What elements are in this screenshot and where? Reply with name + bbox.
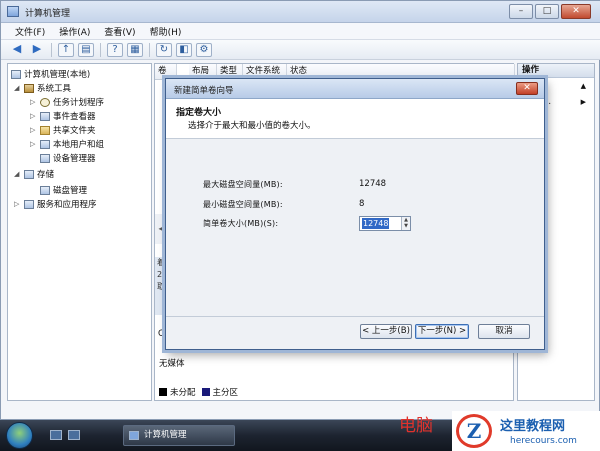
site-url: herecours.com (510, 436, 577, 446)
menu-help[interactable]: 帮助(H) (150, 25, 182, 38)
menu-view[interactable]: 查看(V) (104, 25, 135, 38)
disk-icon[interactable]: ◧ (176, 42, 192, 57)
menu-file[interactable]: 文件(F) (15, 25, 45, 38)
maximize-button[interactable]: □ (535, 4, 559, 19)
taskbar-item-computer-management[interactable]: 计算机管理 (123, 425, 235, 446)
close-button[interactable]: ✕ (561, 4, 591, 19)
tree-item-event-viewer[interactable]: ▷ 事件查看器 (30, 110, 96, 122)
title-bar[interactable]: 计算机管理 – □ ✕ (1, 1, 600, 23)
watermark-text: 电脑 (399, 416, 433, 436)
cdrom-label: C (158, 329, 164, 339)
cancel-button[interactable]: 取消 (478, 324, 530, 339)
tree-item-shared-folders[interactable]: ▷ 共享文件夹 (30, 124, 96, 136)
volume-size-stepper[interactable]: 12748 ▲ ▼ (359, 216, 411, 231)
toolbar-separator (51, 42, 52, 57)
up-folder-icon[interactable]: ↑ (58, 42, 74, 57)
volume-size-label: 简单卷大小(MB)(S): (203, 219, 279, 228)
legend-label: 未分配 (170, 388, 196, 398)
switch-windows-icon[interactable] (68, 430, 80, 440)
users-icon (40, 139, 50, 149)
site-logo-icon: Z (456, 414, 492, 448)
collapse-icon[interactable]: ◢ (14, 84, 21, 92)
expand-icon[interactable]: ▷ (30, 126, 37, 134)
dialog-subheading: 选择介于最大和最小值的卷大小。 (188, 121, 316, 131)
services-icon (24, 199, 34, 209)
tree-item-device-manager[interactable]: 设备管理器 (40, 152, 96, 164)
tree-item-task-scheduler[interactable]: ▷ 任务计划程序 (30, 96, 104, 108)
max-size-label: 最大磁盘空间量(MB): (203, 180, 283, 189)
tools-icon (24, 83, 34, 93)
dialog-title-bar[interactable]: 新建简单卷向导 ✕ (166, 79, 544, 99)
caption-buttons: – □ ✕ (509, 4, 591, 19)
back-arrow-icon[interactable]: ◀ (9, 42, 25, 57)
window-title: 计算机管理 (25, 9, 71, 19)
legend-swatch-primary (201, 388, 210, 396)
collapse-up-icon[interactable]: ▲ (581, 78, 586, 94)
spin-down-icon[interactable]: ▼ (402, 223, 410, 229)
tree-item-services[interactable]: ▷ 服务和应用程序 (14, 198, 97, 210)
clock-icon (40, 97, 50, 107)
legend-swatch-unallocated (159, 388, 167, 396)
no-media-text: 无媒体 (159, 359, 185, 369)
dialog-separator (166, 316, 544, 317)
toolbar: ◀ ▶ ↑ ▤ ? ▦ ↻ ◧ ⚙ (1, 40, 600, 60)
submenu-arrow-icon[interactable]: ▶ (581, 94, 586, 110)
legend: 未分配 主分区 (159, 386, 238, 398)
event-viewer-icon (40, 111, 50, 121)
collapse-icon[interactable]: ◢ (14, 170, 21, 178)
shared-folder-icon (40, 125, 50, 135)
site-name: 这里教程网 (500, 419, 566, 434)
expand-icon[interactable]: ▷ (14, 200, 21, 208)
dialog-header: 指定卷大小 选择介于最大和最小值的卷大小。 (166, 99, 544, 139)
tree-item-storage[interactable]: ◢ 存储 (14, 168, 54, 180)
actions-header: 操作 (518, 64, 594, 78)
tree-item-root[interactable]: 计算机管理(本地) (11, 68, 90, 80)
computer-management-icon (7, 6, 19, 17)
dialog-title: 新建简单卷向导 (174, 86, 234, 96)
tree-item-local-users[interactable]: ▷ 本地用户和组 (30, 138, 104, 150)
new-simple-volume-wizard: 新建简单卷向导 ✕ 指定卷大小 选择介于最大和最小值的卷大小。 最大磁盘空间量(… (165, 78, 545, 350)
expand-icon[interactable]: ▷ (30, 140, 37, 148)
settings-icon[interactable]: ⚙ (196, 42, 212, 57)
properties-icon[interactable]: ▦ (127, 42, 143, 57)
start-button-icon[interactable] (6, 422, 33, 449)
refresh-icon[interactable]: ↻ (156, 42, 172, 57)
max-size-value: 12748 (359, 179, 387, 189)
computer-management-icon (129, 431, 139, 440)
computer-icon (11, 69, 21, 79)
back-button[interactable]: < 上一步(B) (360, 324, 412, 339)
legend-label: 主分区 (212, 388, 239, 398)
forward-arrow-icon[interactable]: ▶ (29, 42, 45, 57)
menu-bar: 文件(F) 操作(A) 查看(V) 帮助(H) (1, 23, 600, 40)
spin-arrows[interactable]: ▲ ▼ (401, 217, 410, 230)
storage-icon (24, 169, 34, 179)
navigation-tree: 计算机管理(本地) ◢ 系统工具 ▷ 任务计划程序 ▷ 事件查看器 ▷ 共享文件… (7, 63, 152, 401)
show-desktop-icon[interactable] (50, 430, 62, 440)
watermark-badge: Z 这里教程网 herecours.com (452, 411, 600, 451)
tree-item-system-tools[interactable]: ◢ 系统工具 (14, 82, 71, 94)
toolbar-separator (100, 42, 101, 57)
dialog-heading: 指定卷大小 (176, 108, 222, 118)
expand-icon[interactable]: ▷ (30, 112, 37, 120)
minimize-button[interactable]: – (509, 4, 533, 19)
show-tree-icon[interactable]: ▤ (78, 42, 94, 57)
volume-size-value[interactable]: 12748 (362, 218, 390, 229)
expand-icon[interactable]: ▷ (30, 98, 37, 106)
dialog-close-button[interactable]: ✕ (516, 82, 538, 95)
help-icon[interactable]: ? (107, 42, 123, 57)
tree-item-disk-management[interactable]: 磁盘管理 (40, 184, 87, 196)
toolbar-separator (149, 42, 150, 57)
min-size-label: 最小磁盘空间量(MB): (203, 200, 283, 209)
disk-management-icon (40, 185, 50, 195)
next-button[interactable]: 下一步(N) > (415, 324, 469, 339)
device-manager-icon (40, 153, 50, 163)
min-size-value: 8 (359, 199, 365, 209)
menu-action[interactable]: 操作(A) (59, 25, 90, 38)
